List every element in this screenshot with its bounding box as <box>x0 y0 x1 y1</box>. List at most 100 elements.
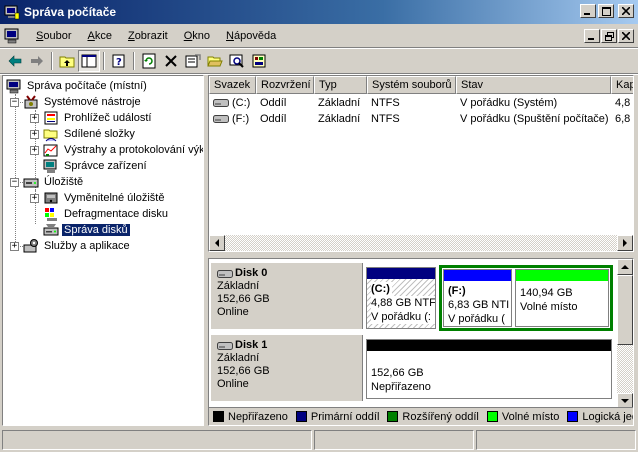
volume-row[interactable]: (C:) Oddíl Základní NTFS V pořádku (Syst… <box>209 95 633 111</box>
minimize-button[interactable] <box>580 4 596 18</box>
tree-label-alerts: Výstrahy a protokolování výk <box>64 144 204 156</box>
legend-label: Nepřiřazeno <box>228 410 288 423</box>
expand-toggle[interactable]: + <box>30 129 39 139</box>
menu-napoveda[interactable]: Nápověda <box>218 27 284 45</box>
tree-item-alerts[interactable]: + Výstrahy a protokolování výk <box>30 142 204 158</box>
toolbar-separator <box>103 52 105 70</box>
collapse-toggle[interactable]: − <box>10 97 19 107</box>
column-header-typ[interactable]: Typ <box>314 76 367 94</box>
child-restore-button[interactable] <box>601 29 617 43</box>
title-bar[interactable]: Správa počítače <box>0 0 638 24</box>
unallocated-space[interactable]: 152,66 GB Nepřiřazeno <box>366 339 612 399</box>
expand-toggle[interactable]: + <box>30 193 39 203</box>
tree-item-shared-folders[interactable]: + Sdílené složky <box>30 126 137 142</box>
partition-c-state: V pořádku (: <box>371 310 435 324</box>
filesystem-cell: NTFS <box>371 113 400 125</box>
free-space-bar <box>516 270 608 281</box>
menu-okno[interactable]: Okno <box>176 27 218 45</box>
back-button[interactable] <box>4 50 26 72</box>
disk-1-name: Disk 1 <box>235 339 268 351</box>
forward-button[interactable] <box>26 50 48 72</box>
tree-item-event-viewer[interactable]: + Prohlížeč událostí <box>30 110 153 126</box>
volume-drive-icon <box>213 115 229 123</box>
expand-toggle[interactable]: + <box>10 241 19 251</box>
tools-icon <box>24 95 38 109</box>
menu-zobrazit-key: Z <box>127 30 135 42</box>
tree-item-root[interactable]: Správa počítače (místní) <box>6 78 149 94</box>
delete-button[interactable] <box>160 50 182 72</box>
column-header-kapacita[interactable]: Kap <box>611 76 633 94</box>
maximize-button[interactable] <box>598 4 614 18</box>
volume-list[interactable]: Svazek Rozvržení Typ Systém souborů Stav… <box>208 75 634 252</box>
scroll-left-button[interactable] <box>209 235 225 251</box>
column-header-stav[interactable]: Stav <box>456 76 611 94</box>
scroll-thumb[interactable] <box>617 275 633 345</box>
column-header-svazek[interactable]: Svazek <box>209 76 256 94</box>
scroll-track[interactable] <box>225 235 617 251</box>
partition-c[interactable]: (C:) 4,88 GB NTF V pořádku (: <box>366 267 436 329</box>
partition-c-size: 4,88 GB NTF <box>371 296 436 310</box>
toolbar-separator <box>51 52 53 70</box>
partition-f-label: (F:) <box>448 285 466 297</box>
disk-0-info[interactable]: Disk 0 Základní 152,66 GB Online <box>211 263 363 329</box>
partition-c-text: (C:) 4,88 GB NTF V pořádku (: <box>371 282 436 324</box>
column-header-system-souboru[interactable]: Systém souborů <box>367 76 456 94</box>
free-space[interactable]: 140,94 GB Volné místo <box>515 269 609 327</box>
legend-label: Rozšířený oddíl <box>402 410 479 423</box>
unallocated-size: 152,66 GB <box>371 367 424 379</box>
menu-okno-label: kno <box>192 30 211 42</box>
window-title: Správa počítače <box>24 5 117 19</box>
column-header-rozvrzeni[interactable]: Rozvržení <box>256 76 314 94</box>
search-button[interactable] <box>226 50 248 72</box>
computer-management-icon <box>4 5 20 20</box>
up-level-button[interactable] <box>56 50 78 72</box>
close-button[interactable] <box>618 4 634 18</box>
disk-map[interactable]: Disk 0 Základní 152,66 GB Online (C:) 4,… <box>208 258 634 426</box>
menu-akce[interactable]: Akce <box>79 27 119 45</box>
menu-akce-key: A <box>87 30 95 42</box>
arrow-right-icon <box>623 239 627 247</box>
partition-f[interactable]: (F:) 6,83 GB NTI V pořádku ( <box>443 269 512 327</box>
legend-swatch <box>486 411 498 422</box>
disk-map-vertical-scrollbar[interactable] <box>617 259 633 409</box>
tree-item-system-tools[interactable]: − Systémové nástroje <box>10 94 143 110</box>
free-space-size: 140,94 GB <box>520 287 573 299</box>
tree-item-services[interactable]: + Služby a aplikace <box>10 238 132 254</box>
tree-item-disk-management[interactable]: Správa disků <box>43 222 130 238</box>
menu-soubor[interactable]: Soubor <box>28 27 79 45</box>
tree-item-device-manager[interactable]: Správce zařízení <box>43 158 149 174</box>
child-minimize-button[interactable] <box>584 29 600 43</box>
open-button[interactable] <box>204 50 226 72</box>
tree-label-device-manager: Správce zařízení <box>64 160 147 172</box>
legend-swatch <box>567 411 579 422</box>
scroll-right-button[interactable] <box>617 235 633 251</box>
scroll-up-button[interactable] <box>617 259 633 275</box>
free-space-state: Volné místo <box>520 301 578 313</box>
volume-row[interactable]: (F:) Oddíl Základní NTFS V pořádku (Spuš… <box>209 111 633 127</box>
child-close-button[interactable] <box>618 29 634 43</box>
mmc-console-icon[interactable] <box>4 28 22 44</box>
show-hide-tree-button[interactable] <box>78 50 100 72</box>
properties-button[interactable] <box>182 50 204 72</box>
layout-cell: Oddíl <box>260 97 287 109</box>
refresh-button[interactable] <box>138 50 160 72</box>
disk-0-status: Online <box>217 306 249 318</box>
expand-toggle[interactable]: + <box>30 113 39 123</box>
performance-logs-icon <box>43 144 58 157</box>
help-button[interactable]: ? <box>108 50 130 72</box>
disk-1-info[interactable]: Disk 1 Základní 152,66 GB Online <box>211 335 363 401</box>
extended-partition[interactable]: (F:) 6,83 GB NTI V pořádku ( 140,94 GB V… <box>439 265 613 331</box>
tree-item-defrag[interactable]: Defragmentace disku <box>43 206 170 222</box>
menu-zobrazit[interactable]: Zobrazit <box>120 27 176 45</box>
expand-toggle[interactable]: + <box>30 145 39 155</box>
volume-list-horizontal-scrollbar[interactable] <box>209 235 633 251</box>
disk-icon <box>217 269 233 278</box>
properties-icon <box>185 54 201 68</box>
tree-item-removable-storage[interactable]: + Vyměnitelné úložiště <box>30 190 166 206</box>
menu-napoveda-label: ápověda <box>233 30 277 42</box>
collapse-toggle[interactable]: − <box>10 177 19 187</box>
export-list-button[interactable] <box>248 50 270 72</box>
tree-item-storage[interactable]: − Úložiště <box>10 174 85 190</box>
arrow-left-icon <box>215 239 219 247</box>
console-tree[interactable]: Správa počítače (místní) − Systémové nás… <box>2 75 204 426</box>
